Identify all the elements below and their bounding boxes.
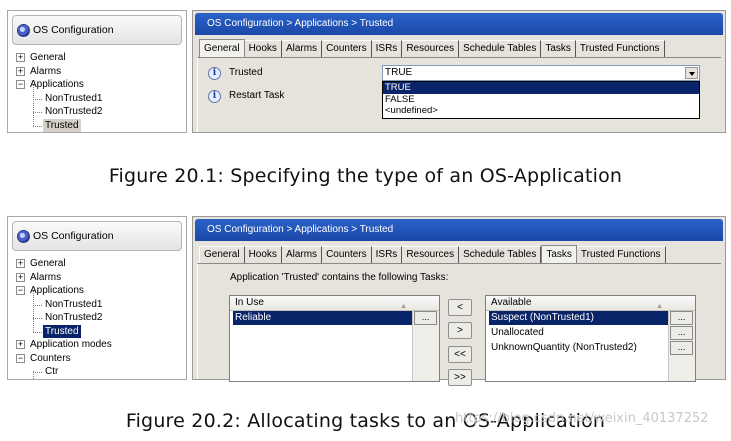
expand-icon[interactable]: + — [16, 66, 25, 76]
tree-item-alarms[interactable]: + Alarms — [12, 65, 184, 79]
figure-1-caption: Figure 20.1: Specifying the type of an O… — [108, 165, 623, 187]
tree-list: + General + Alarms − Applications NonTru… — [12, 257, 184, 379]
tab-bar: General Hooks Alarms Counters ISRs Resou… — [199, 39, 665, 58]
trusted-dropdown-list: TRUE FALSE <undefined> — [382, 81, 700, 119]
tree-title: OS Configuration — [33, 230, 114, 242]
watermark-text: https://blog.csdn.net/weixin_40137252 — [455, 411, 709, 426]
tree-item-counters[interactable]: − Counters — [12, 352, 184, 366]
breadcrumb: OS Configuration > Applications > Truste… — [195, 13, 723, 35]
add-task-button[interactable]: > — [448, 322, 472, 339]
tab-counters[interactable]: Counters — [322, 246, 372, 263]
tab-resources[interactable]: Resources — [402, 246, 460, 263]
tree-item-trusted[interactable]: Trusted — [12, 324, 184, 339]
tree-item-application-modes[interactable]: + Application modes — [12, 338, 184, 352]
tree-item-nontrusted1[interactable]: NonTrusted1 — [12, 298, 184, 312]
option-false[interactable]: FALSE — [383, 94, 699, 106]
tree-header[interactable]: OS Configuration — [12, 221, 182, 251]
tree-item-nontrusted2[interactable]: NonTrusted2 — [12, 105, 184, 119]
trusted-label: Trusted — [229, 67, 263, 78]
expand-icon[interactable]: + — [16, 272, 25, 282]
tree-item-general[interactable]: + General — [12, 257, 184, 271]
general-tab-body: i Trusted i Restart Task TRUE TRUE FALSE… — [197, 57, 721, 132]
tab-general[interactable]: General — [199, 246, 245, 263]
remove-task-button[interactable]: < — [448, 299, 472, 316]
figure-1-screenshot: OS Configuration + General + Alarms − Ap… — [7, 10, 726, 133]
restart-task-label: Restart Task — [229, 90, 285, 101]
figure-2-screenshot: OS Configuration + General + Alarms − Ap… — [7, 216, 726, 386]
tree-header[interactable]: OS Configuration — [12, 15, 182, 45]
tree-item-nontrusted1[interactable]: NonTrusted1 — [12, 92, 184, 106]
tab-alarms[interactable]: Alarms — [281, 246, 323, 263]
tree-item-applications[interactable]: − Applications — [12, 78, 184, 92]
option-true[interactable]: TRUE — [383, 82, 699, 94]
collapse-icon[interactable]: − — [16, 286, 25, 295]
tree-title: OS Configuration — [33, 24, 114, 36]
trusted-select[interactable]: TRUE — [382, 65, 700, 81]
tab-resources[interactable]: Resources — [402, 40, 460, 57]
info-icon[interactable]: i — [208, 67, 221, 80]
ellipsis-button[interactable]: ... — [670, 326, 693, 340]
tab-hooks[interactable]: Hooks — [244, 246, 282, 263]
application-editor-panel: OS Configuration > Applications > Truste… — [192, 216, 726, 386]
list-item[interactable]: Reliable ... — [230, 311, 439, 326]
config-tree-panel: OS Configuration + General + Alarms − Ap… — [7, 216, 187, 380]
tab-bar: General Hooks Alarms Counters ISRs Resou… — [199, 245, 666, 264]
tab-trusted-functions[interactable]: Trusted Functions — [576, 246, 666, 263]
tree-item-alarms[interactable]: + Alarms — [12, 271, 184, 285]
tab-alarms[interactable]: Alarms — [281, 40, 323, 57]
trusted-select-value: TRUE — [385, 67, 413, 78]
tab-tasks[interactable]: Tasks — [541, 40, 576, 57]
expand-icon[interactable]: + — [16, 53, 25, 62]
gear-icon — [17, 23, 30, 37]
tab-isrs[interactable]: ISRs — [371, 40, 403, 57]
tasks-description: Application 'Trusted' contains the follo… — [230, 272, 449, 283]
tab-schedule-tables[interactable]: Schedule Tables — [459, 40, 542, 57]
application-editor-panel: OS Configuration > Applications > Truste… — [192, 10, 726, 133]
gear-icon — [17, 229, 30, 243]
expand-icon[interactable]: + — [16, 340, 25, 349]
ellipsis-button[interactable]: ... — [670, 341, 693, 355]
tree-item-trusted[interactable]: Trusted — [12, 118, 184, 133]
collapse-icon[interactable]: − — [16, 353, 25, 363]
tasks-tab-body: Application 'Trusted' contains the follo… — [197, 263, 721, 386]
tree-item-ctr[interactable]: Ctr — [12, 365, 184, 379]
tab-hooks[interactable]: Hooks — [244, 40, 282, 57]
collapse-icon[interactable]: − — [16, 80, 25, 89]
config-tree-panel: OS Configuration + General + Alarms − Ap… — [7, 10, 187, 133]
list-item[interactable]: Unallocated ... — [486, 326, 695, 341]
tree-item-general[interactable]: + General — [12, 51, 184, 65]
option-undefined[interactable]: <undefined> — [383, 105, 699, 117]
tab-schedule-tables[interactable]: Schedule Tables — [459, 246, 542, 263]
tree-item-nontrusted2[interactable]: NonTrusted2 — [12, 311, 184, 325]
tab-counters[interactable]: Counters — [322, 40, 372, 57]
info-icon[interactable]: i — [208, 90, 221, 103]
chevron-down-icon[interactable] — [685, 67, 698, 79]
in-use-list[interactable]: In Use ▲ Reliable ... — [229, 295, 440, 382]
breadcrumb: OS Configuration > Applications > Truste… — [195, 219, 723, 241]
tab-general[interactable]: General — [199, 39, 245, 58]
ellipsis-button[interactable]: ... — [414, 311, 437, 325]
tree-item-applications[interactable]: − Applications — [12, 284, 184, 298]
tab-tasks[interactable]: Tasks — [541, 245, 577, 264]
list-item[interactable]: UnknownQuantity (NonTrusted2) ... — [486, 341, 695, 356]
ellipsis-button[interactable]: ... — [670, 311, 693, 325]
add-all-tasks-button[interactable]: >> — [448, 369, 472, 386]
list-item[interactable]: Suspect (NonTrusted1) ... — [486, 311, 695, 326]
remove-all-tasks-button[interactable]: << — [448, 346, 472, 363]
tab-isrs[interactable]: ISRs — [371, 246, 403, 263]
expand-icon[interactable]: + — [16, 259, 25, 268]
tab-trusted-functions[interactable]: Trusted Functions — [575, 40, 665, 57]
available-list[interactable]: Available ▲ Suspect (NonTrusted1) ... Un… — [485, 295, 696, 382]
tree-list: + General + Alarms − Applications NonTru… — [12, 51, 184, 132]
available-header[interactable]: Available ▲ — [486, 296, 695, 311]
in-use-header[interactable]: In Use ▲ — [230, 296, 439, 311]
